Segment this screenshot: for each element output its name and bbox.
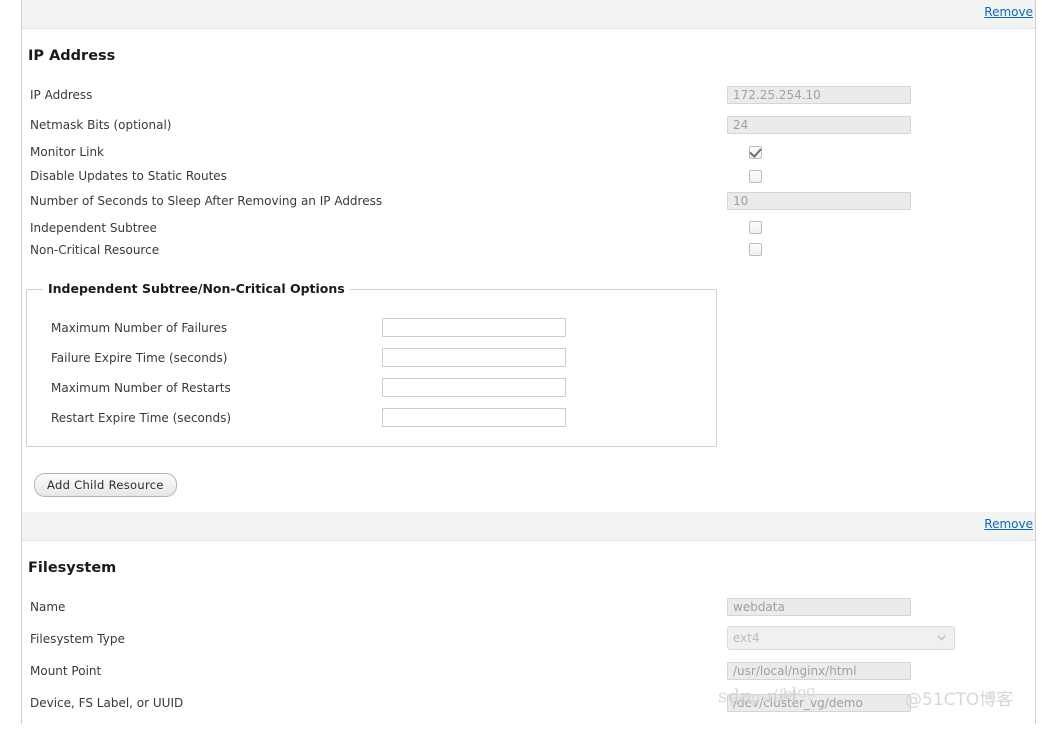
fieldset-legend-independent-subtree-options: Independent Subtree/Non-Critical Options	[43, 281, 350, 296]
form-row-disable-static-route-updates: Disable Updates to Static Routes	[22, 167, 1035, 189]
label-restart-expire-time: Restart Expire Time (seconds)	[51, 411, 232, 425]
remove-link-filesystem[interactable]: Remove	[984, 517, 1033, 531]
block-body-ip-address: IP Address IP Address Netmask Bits (opti…	[22, 29, 1035, 513]
form-row-monitor-link: Monitor Link	[22, 143, 1035, 165]
label-monitor-link: Monitor Link	[30, 145, 105, 159]
form-row-sleep-seconds: Number of Seconds to Sleep After Removin…	[22, 192, 1035, 214]
checkbox-monitor-link[interactable]	[749, 146, 762, 159]
form-row-independent-subtree: Independent Subtree	[22, 219, 1035, 241]
control-non-critical-resource	[749, 243, 762, 259]
form-row-device-fs-label-uuid: Device, FS Label, or UUID	[22, 694, 1035, 716]
form-row-filesystem-name: Name	[22, 598, 1035, 620]
control-independent-subtree	[749, 221, 762, 237]
label-non-critical-resource: Non-Critical Resource	[30, 243, 160, 257]
control-max-number-of-restarts	[382, 378, 566, 397]
fs-row-max-number-of-restarts: Maximum Number of Restarts	[27, 378, 716, 400]
control-max-number-of-failures	[382, 318, 566, 337]
remove-link-ip-address[interactable]: Remove	[984, 5, 1033, 19]
control-mount-point	[727, 662, 911, 680]
input-device-fs-label-uuid[interactable]	[727, 694, 911, 712]
control-sleep-seconds	[727, 192, 911, 210]
input-sleep-seconds[interactable]	[727, 192, 911, 210]
label-sleep-seconds: Number of Seconds to Sleep After Removin…	[30, 194, 383, 208]
label-ip-address: IP Address	[30, 88, 93, 102]
fieldset-independent-subtree-options: Independent Subtree/Non-Critical Options…	[26, 281, 717, 447]
control-filesystem-name	[727, 598, 911, 616]
input-ip-address[interactable]	[727, 86, 911, 104]
fs-row-max-number-of-failures: Maximum Number of Failures	[27, 318, 716, 340]
input-mount-point[interactable]	[727, 662, 911, 680]
input-failure-expire-time[interactable]	[382, 348, 566, 367]
label-filesystem-type: Filesystem Type	[30, 632, 125, 646]
form-row-ip-address: IP Address	[22, 86, 1035, 108]
label-max-number-of-failures: Maximum Number of Failures	[51, 321, 228, 335]
label-device-fs-label-uuid: Device, FS Label, or UUID	[30, 696, 184, 710]
section-title-filesystem: Filesystem	[28, 560, 117, 576]
label-max-number-of-restarts: Maximum Number of Restarts	[51, 381, 231, 395]
section-title-ip-address: IP Address	[28, 48, 116, 64]
label-netmask-bits: Netmask Bits (optional)	[30, 118, 172, 132]
input-max-number-of-restarts[interactable]	[382, 378, 566, 397]
control-filesystem-type: ext4	[727, 626, 955, 650]
control-restart-expire-time	[382, 408, 566, 427]
label-mount-point: Mount Point	[30, 664, 102, 678]
resource-block-filesystem: Remove Filesystem Name Filesystem Type e…	[22, 512, 1035, 753]
control-device-fs-label-uuid	[727, 694, 911, 712]
input-netmask-bits[interactable]	[727, 116, 911, 134]
form-row-mount-point: Mount Point	[22, 662, 1035, 684]
input-filesystem-name[interactable]	[727, 598, 911, 616]
resource-block-ip-address: Remove IP Address IP Address Netmask Bit…	[22, 0, 1035, 513]
label-independent-subtree: Independent Subtree	[30, 221, 157, 235]
config-page: Remove IP Address IP Address Netmask Bit…	[0, 0, 1046, 753]
add-child-resource-button[interactable]: Add Child Resource	[34, 473, 177, 497]
frame-right-border	[1035, 0, 1036, 724]
checkbox-disable-static-route-updates[interactable]	[749, 170, 762, 183]
form-row-non-critical-resource: Non-Critical Resource	[22, 241, 1035, 263]
checkbox-non-critical-resource[interactable]	[749, 243, 762, 256]
control-monitor-link	[749, 146, 762, 162]
form-row-netmask-bits: Netmask Bits (optional)	[22, 116, 1035, 138]
label-disable-static-route-updates: Disable Updates to Static Routes	[30, 169, 227, 183]
control-disable-static-route-updates	[749, 170, 762, 186]
label-filesystem-name: Name	[30, 600, 66, 614]
block-header-filesystem: Remove	[22, 512, 1035, 541]
checkbox-independent-subtree[interactable]	[749, 221, 762, 234]
fs-row-restart-expire-time: Restart Expire Time (seconds)	[27, 408, 716, 430]
label-failure-expire-time: Failure Expire Time (seconds)	[51, 351, 228, 365]
input-max-number-of-failures[interactable]	[382, 318, 566, 337]
control-netmask-bits	[727, 116, 911, 134]
select-filesystem-type[interactable]: ext4	[727, 626, 955, 650]
control-failure-expire-time	[382, 348, 566, 367]
form-row-filesystem-type: Filesystem Type ext4	[22, 626, 1035, 650]
block-body-filesystem: Filesystem Name Filesystem Type ext4	[22, 541, 1035, 753]
fs-row-failure-expire-time: Failure Expire Time (seconds)	[27, 348, 716, 370]
block-header-ip-address: Remove	[22, 0, 1035, 29]
input-restart-expire-time[interactable]	[382, 408, 566, 427]
select-wrap-filesystem-type: ext4	[727, 626, 955, 650]
control-ip-address	[727, 86, 911, 104]
